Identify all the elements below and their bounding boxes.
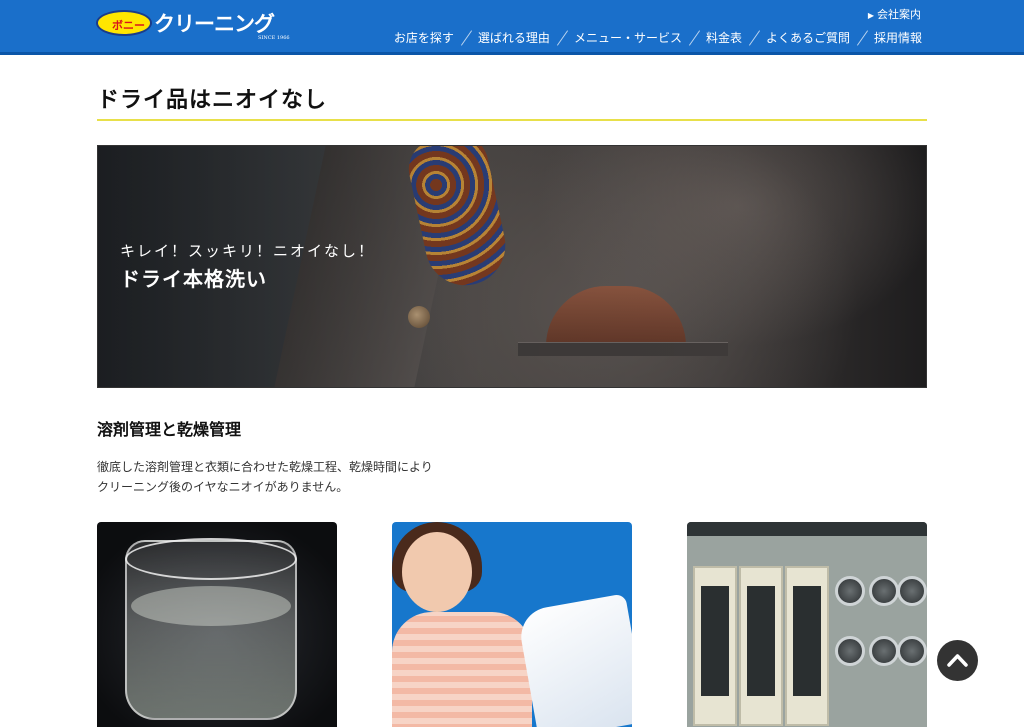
garment-bag xyxy=(516,593,632,727)
woman-face xyxy=(402,532,472,612)
nav-item-faq[interactable]: よくあるご質問 xyxy=(766,29,850,46)
page-title: ドライ品はニオイなし xyxy=(97,88,328,113)
washer-drum xyxy=(835,576,865,606)
cabinet-window xyxy=(747,586,775,696)
nav-divider xyxy=(686,28,702,46)
company-info-label: 会社案内 xyxy=(877,8,921,21)
nav-divider xyxy=(458,28,474,46)
nav-item-price-list[interactable]: 料金表 xyxy=(706,29,742,46)
nav-divider xyxy=(554,28,570,46)
hero-banner: キレイ！スッキリ！ニオイなし！ ドライ本格洗い xyxy=(97,145,927,388)
woman-body xyxy=(392,612,532,727)
triangle-right-icon: ▶ xyxy=(867,11,874,20)
glass-liquid xyxy=(131,586,291,626)
site-header: ボニー クリーニング SINCE 1966 ▶ 会社案内 お店を探す 選ばれる理由… xyxy=(0,0,1024,55)
nav-item-reasons[interactable]: 選ばれる理由 xyxy=(478,29,550,46)
main-nav: お店を探す 選ばれる理由 メニュー・サービス 料金表 よくあるご質問 採用情報 xyxy=(394,28,922,46)
hero-title: ドライ本格洗い xyxy=(120,267,267,291)
section-body-line: 徹底した溶剤管理と衣類に合わせた乾燥工程、乾燥時間により xyxy=(97,460,433,474)
nav-item-menu-services[interactable]: メニュー・サービス xyxy=(574,29,682,46)
hero-subtitle: キレイ！スッキリ！ニオイなし！ xyxy=(120,242,376,260)
dryer-cabinet xyxy=(785,566,829,726)
washer-drum xyxy=(869,636,899,666)
staff-woman-image xyxy=(392,522,632,727)
logo-badge: ボニー xyxy=(96,10,152,36)
logo-wordmark: クリーニング xyxy=(154,12,275,36)
scroll-to-top-button[interactable] xyxy=(937,640,978,681)
nav-item-recruit[interactable]: 採用情報 xyxy=(874,29,922,46)
ceiling-pipe xyxy=(687,522,927,536)
nav-divider xyxy=(746,28,762,46)
section-heading: 溶剤管理と乾燥管理 xyxy=(97,420,242,439)
nav-divider xyxy=(854,28,870,46)
company-info-link[interactable]: ▶ 会社案内 xyxy=(868,6,921,22)
cabinet-window xyxy=(701,586,729,696)
chevron-up-icon xyxy=(947,654,968,667)
section-body: 徹底した溶剤管理と衣類に合わせた乾燥工程、乾燥時間により クリーニング後のイヤな… xyxy=(97,457,433,497)
cabinet-window xyxy=(793,586,821,696)
dryer-cabinet xyxy=(739,566,783,726)
washer-drum xyxy=(835,636,865,666)
logo-since: SINCE 1966 xyxy=(258,35,290,41)
section-body-line: クリーニング後のイヤなニオイがありません。 xyxy=(97,480,349,494)
machines-background xyxy=(687,536,927,727)
solvent-glass-image xyxy=(97,522,337,727)
nav-item-find-store[interactable]: お店を探す xyxy=(394,29,454,46)
title-underline xyxy=(97,119,927,121)
washer-drum xyxy=(897,576,927,606)
washer-drum xyxy=(869,576,899,606)
logo-badge-text: ボニー xyxy=(112,19,145,32)
washer-drum xyxy=(897,636,927,666)
glass-rim xyxy=(125,538,297,580)
dryer-cabinet xyxy=(693,566,737,726)
logo[interactable]: ボニー クリーニング SINCE 1966 xyxy=(96,8,296,44)
machines-image xyxy=(687,522,927,727)
